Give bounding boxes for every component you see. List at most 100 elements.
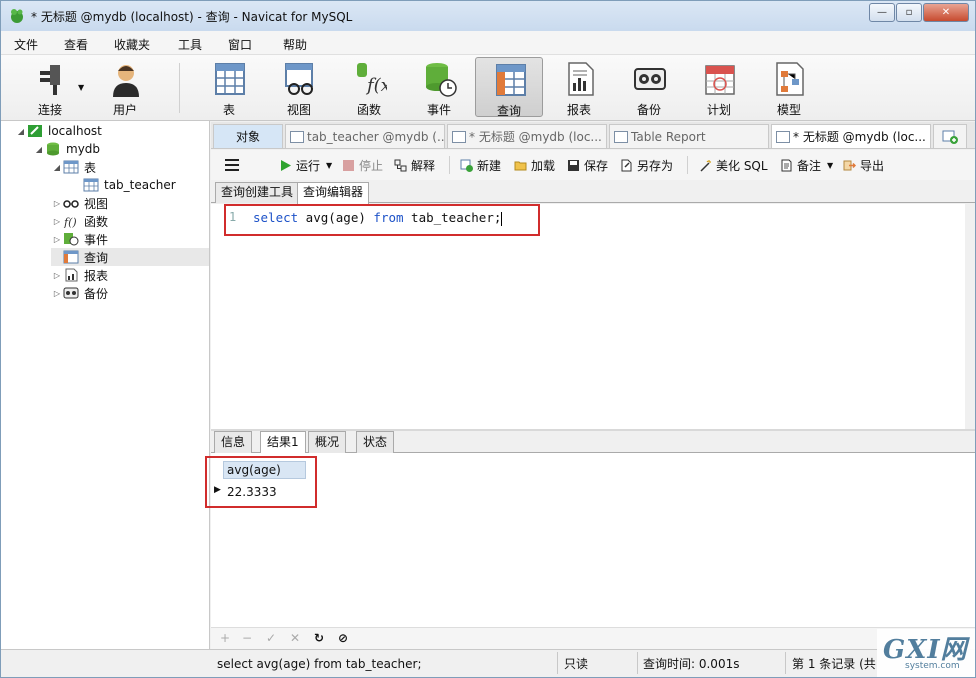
tree-node-backups[interactable]: ▷ 备份 [51, 284, 108, 302]
toolbar-separator [179, 63, 180, 113]
save-as-button[interactable]: 另存为 [620, 157, 673, 173]
title-bar: * 无标题 @mydb (localhost) - 查询 - Navicat f… [1, 1, 975, 31]
tab-untitled-query-active[interactable]: * 无标题 @mydb (loc... [771, 124, 931, 148]
collapse-arrow-icon[interactable]: ◢ [15, 127, 27, 136]
backup-button[interactable]: 备份 [615, 57, 683, 117]
tree-label-events: 事件 [84, 232, 109, 247]
function-icon: f() [63, 216, 77, 228]
stop-refresh-button[interactable]: ⊘ [336, 631, 350, 645]
stop-button[interactable]: 停止 [342, 157, 383, 173]
sql-editor[interactable]: 1 select avg(age) from tab_teacher; [211, 204, 975, 429]
expand-arrow-icon[interactable]: ▷ [51, 271, 63, 280]
user-button[interactable]: 用户 [91, 57, 159, 117]
tab-status[interactable]: 状态 [356, 431, 395, 453]
tree-node-events[interactable]: ▷ 事件 [51, 230, 108, 248]
view-button[interactable]: 视图 [265, 57, 333, 117]
run-dropdown-arrow-icon[interactable]: ▼ [326, 161, 332, 170]
expand-arrow-icon[interactable]: ▷ [51, 217, 63, 226]
view-label: 视图 [286, 103, 311, 117]
connection-icon [28, 125, 42, 137]
line-gutter: 1 [211, 204, 251, 429]
menu-view[interactable]: 查看 [64, 36, 88, 53]
tab-info[interactable]: 信息 [214, 431, 253, 453]
report-button[interactable]: 报表 [545, 57, 613, 117]
tab-profile[interactable]: 概况 [308, 431, 347, 453]
menu-window[interactable]: 窗口 [228, 36, 252, 53]
report-icon [65, 268, 78, 282]
tree-node-mydb[interactable]: ◢ mydb [33, 140, 100, 158]
collapse-arrow-icon[interactable]: ◢ [33, 145, 45, 154]
menu-file[interactable]: 文件 [14, 36, 38, 53]
run-button[interactable]: 运行 ▼ [279, 157, 332, 173]
menu-help[interactable]: 帮助 [283, 36, 307, 53]
export-button[interactable]: 导出 [843, 157, 884, 173]
tree-node-views[interactable]: ▷ 视图 [51, 194, 108, 212]
minimize-button[interactable]: — [869, 3, 895, 22]
expand-arrow-icon[interactable]: ▷ [51, 289, 63, 298]
tab-untitled-query-1[interactable]: * 无标题 @mydb (loc... [447, 124, 607, 148]
apply-changes-button[interactable]: ✓ [264, 631, 278, 645]
discard-changes-button[interactable]: ✕ [288, 631, 302, 645]
tree-node-functions[interactable]: ▷ f() 函数 [51, 212, 108, 230]
tree-node-reports[interactable]: ▷ 报表 [51, 266, 108, 284]
close-button[interactable]: ✕ [923, 3, 969, 22]
status-separator [557, 652, 558, 674]
tab-query-builder[interactable]: 查询创建工具 [215, 182, 300, 203]
refresh-button[interactable]: ↻ [312, 631, 326, 645]
new-tab-icon [942, 130, 958, 144]
add-record-button[interactable]: + [218, 631, 232, 645]
tab-table-teacher[interactable]: tab_teacher @mydb (... [285, 124, 445, 148]
expand-arrow-icon[interactable]: ▷ [51, 199, 63, 208]
load-button[interactable]: 加载 [514, 157, 555, 173]
editor-vertical-scrollbar[interactable] [965, 204, 975, 429]
explain-button[interactable]: 解释 [394, 157, 435, 173]
tab-objects[interactable]: 对象 [213, 124, 283, 148]
query-icon [776, 130, 790, 143]
menu-favorites[interactable]: 收藏夹 [114, 36, 150, 53]
tree-node-queries[interactable]: 查询 [51, 248, 209, 266]
save-button[interactable]: 保存 [567, 157, 608, 173]
status-separator [785, 652, 786, 674]
schedule-button[interactable]: 计划 [685, 57, 753, 117]
save-icon [568, 159, 579, 171]
tab-table-report[interactable]: Table Report [609, 124, 769, 148]
tab-result-1[interactable]: 结果1 [260, 431, 306, 454]
tree-label-queries: 查询 [84, 250, 109, 265]
comment-dropdown-arrow-icon[interactable]: ▼ [827, 161, 833, 170]
editor-mode-tabs: 查询创建工具 查询编辑器 [211, 180, 975, 204]
beautify-sql-button[interactable]: 美化 SQL [699, 157, 768, 173]
tree-node-tab-teacher[interactable]: tab_teacher [83, 176, 176, 194]
model-button[interactable]: 模型 [755, 57, 823, 117]
report-icon [568, 62, 594, 96]
collapse-arrow-icon[interactable]: ◢ [51, 163, 63, 172]
tab-query-editor[interactable]: 查询编辑器 [297, 182, 370, 204]
comment-button[interactable]: 备注 ▼ [780, 157, 833, 173]
tree-label-views: 视图 [84, 196, 109, 211]
connect-dropdown-arrow-icon[interactable]: ▼ [78, 83, 84, 92]
toolbar-separator [687, 156, 688, 174]
tree-label-functions: 函数 [84, 214, 109, 229]
new-query-button[interactable]: 新建 [460, 157, 501, 173]
tree-node-tables[interactable]: ◢ 表 [51, 158, 96, 176]
tree-node-localhost[interactable]: ◢ localhost [15, 122, 102, 140]
table-button[interactable]: 表 [195, 57, 263, 117]
event-button[interactable]: 事件 [405, 57, 473, 117]
tree-label-reports: 报表 [84, 268, 109, 283]
hamburger-menu-button[interactable] [225, 157, 239, 173]
menu-tools[interactable]: 工具 [178, 36, 202, 53]
event-label: 事件 [426, 103, 451, 117]
grid-toolbar: + − ✓ ✕ ↻ ⊘ [211, 627, 975, 649]
delete-record-button[interactable]: − [240, 631, 254, 645]
new-query-tab-button[interactable] [933, 124, 967, 148]
expand-arrow-icon[interactable]: ▷ [51, 235, 63, 244]
function-button[interactable]: f(x) 函数 [335, 57, 403, 117]
status-query-time: 查询时间: 0.001s [643, 657, 740, 671]
comment-label: 备注 [797, 158, 822, 173]
connect-button[interactable]: ▼ 连接 [16, 57, 84, 117]
site-watermark: GXI网 system.com [877, 629, 975, 677]
comment-icon [781, 159, 792, 171]
query-button[interactable]: 查询 [475, 57, 543, 118]
restore-button[interactable]: ▫ [896, 3, 922, 22]
event-icon [426, 63, 457, 97]
result-grid: avg(age) ▶ 22.3333 [205, 453, 975, 627]
